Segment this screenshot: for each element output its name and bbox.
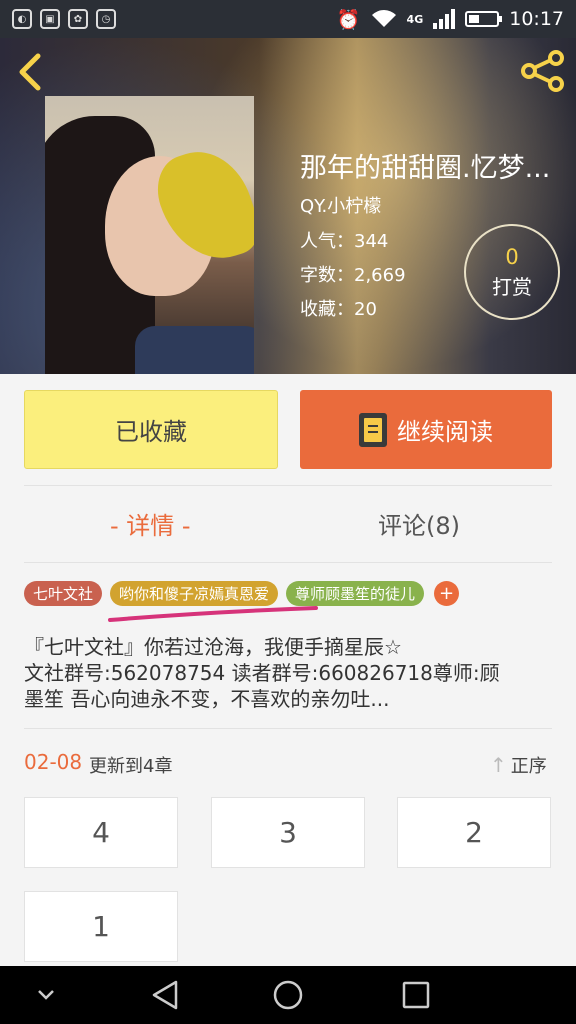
tag-item[interactable]: 哟你和傻子凉嫣真恩爱: [110, 581, 279, 606]
tab-detail[interactable]: - 详情 -: [110, 506, 191, 541]
tag-item[interactable]: 尊师顾墨笙的徒儿: [286, 581, 425, 606]
continue-reading-label: 继续阅读: [397, 418, 493, 446]
highlight-stroke: [108, 606, 318, 622]
sort-toggle[interactable]: ↑ 正序: [490, 752, 547, 778]
nav-recents-button[interactable]: [392, 966, 440, 1024]
description-line: 文社群号:562078754 读者群号:660826718尊师:顾: [24, 661, 500, 685]
alarm-icon: ⏰: [336, 8, 361, 31]
share-icon: [521, 50, 564, 92]
tag-item[interactable]: 七叶文社: [24, 581, 103, 606]
tab-comments[interactable]: 评论(8): [378, 506, 460, 541]
add-tag-button[interactable]: +: [434, 581, 460, 606]
triangle-back-icon: [152, 980, 178, 1010]
book-cover-image[interactable]: [45, 96, 254, 374]
reward-label: 打赏: [492, 274, 532, 299]
collected-label: 已收藏: [115, 418, 187, 446]
book-author[interactable]: QY.小柠檬: [300, 192, 381, 218]
update-date: 02-08: [24, 750, 83, 774]
signal-icon: [433, 9, 456, 29]
square-recents-icon: [402, 981, 430, 1009]
back-button[interactable]: [14, 52, 48, 92]
wifi-icon: [371, 10, 396, 27]
nav-hide-button[interactable]: [26, 966, 66, 1024]
clock-time: 10:17: [509, 8, 564, 30]
battery-icon: [465, 11, 503, 27]
chapter-button[interactable]: 3: [211, 797, 365, 868]
book-description[interactable]: 『七叶文社』你若过沧海，我便手摘星辰☆ 文社群号:562078754 读者群号:…: [24, 634, 554, 712]
arrow-up-icon: ↑: [490, 753, 507, 777]
box-icon: ▣: [40, 9, 60, 29]
book-title: 那年的甜甜圈.忆梦...: [300, 153, 551, 184]
chapter-button[interactable]: 2: [397, 797, 551, 868]
reward-button[interactable]: 0 打赏: [464, 224, 560, 320]
circle-home-icon: [273, 980, 303, 1010]
popularity-stat: 人气：344: [300, 231, 389, 252]
continue-reading-button[interactable]: 继续阅读: [300, 390, 552, 469]
reward-count: 0: [505, 244, 519, 269]
word-count-stat: 字数：2,669: [300, 265, 406, 286]
book-header: 那年的甜甜圈.忆梦... QY.小柠檬 人气：344 字数：2,669 收藏：2…: [0, 38, 576, 374]
clock-app-icon: ◷: [96, 9, 116, 29]
browser-icon: ◐: [12, 9, 32, 29]
description-line: 墨笙 吾心向迪永不变，不喜欢的亲勿吐...: [24, 687, 390, 711]
navigation-bar: [0, 966, 576, 1024]
nav-back-button[interactable]: [140, 966, 190, 1024]
sort-label: 正序: [510, 756, 547, 777]
chevron-down-icon: [38, 990, 54, 1000]
collected-button[interactable]: 已收藏: [24, 390, 278, 469]
notification-icons: ◐ ▣ ✿ ◷: [12, 9, 116, 29]
status-bar: ◐ ▣ ✿ ◷ ⏰ 4G 10:17: [0, 0, 576, 38]
chapter-button[interactable]: 4: [24, 797, 178, 868]
favorites-stat: 收藏：20: [300, 299, 377, 320]
book-icon: [359, 412, 387, 447]
divider: [24, 485, 552, 486]
divider: [24, 728, 552, 729]
huawei-icon: ✿: [68, 9, 88, 29]
divider: [24, 562, 552, 563]
tag-list: 七叶文社 哟你和傻子凉嫣真恩爱 尊师顾墨笙的徒儿 +: [24, 581, 460, 606]
status-right: ⏰ 4G 10:17: [337, 8, 564, 31]
description-line: 『七叶文社』你若过沧海，我便手摘星辰☆: [24, 635, 402, 659]
chevron-left-icon: [19, 53, 41, 91]
share-button[interactable]: [520, 50, 566, 92]
update-text: 更新到4章: [89, 756, 173, 777]
network-type: 4G: [406, 12, 424, 26]
nav-home-button[interactable]: [264, 966, 312, 1024]
chapter-button[interactable]: 1: [24, 891, 178, 962]
